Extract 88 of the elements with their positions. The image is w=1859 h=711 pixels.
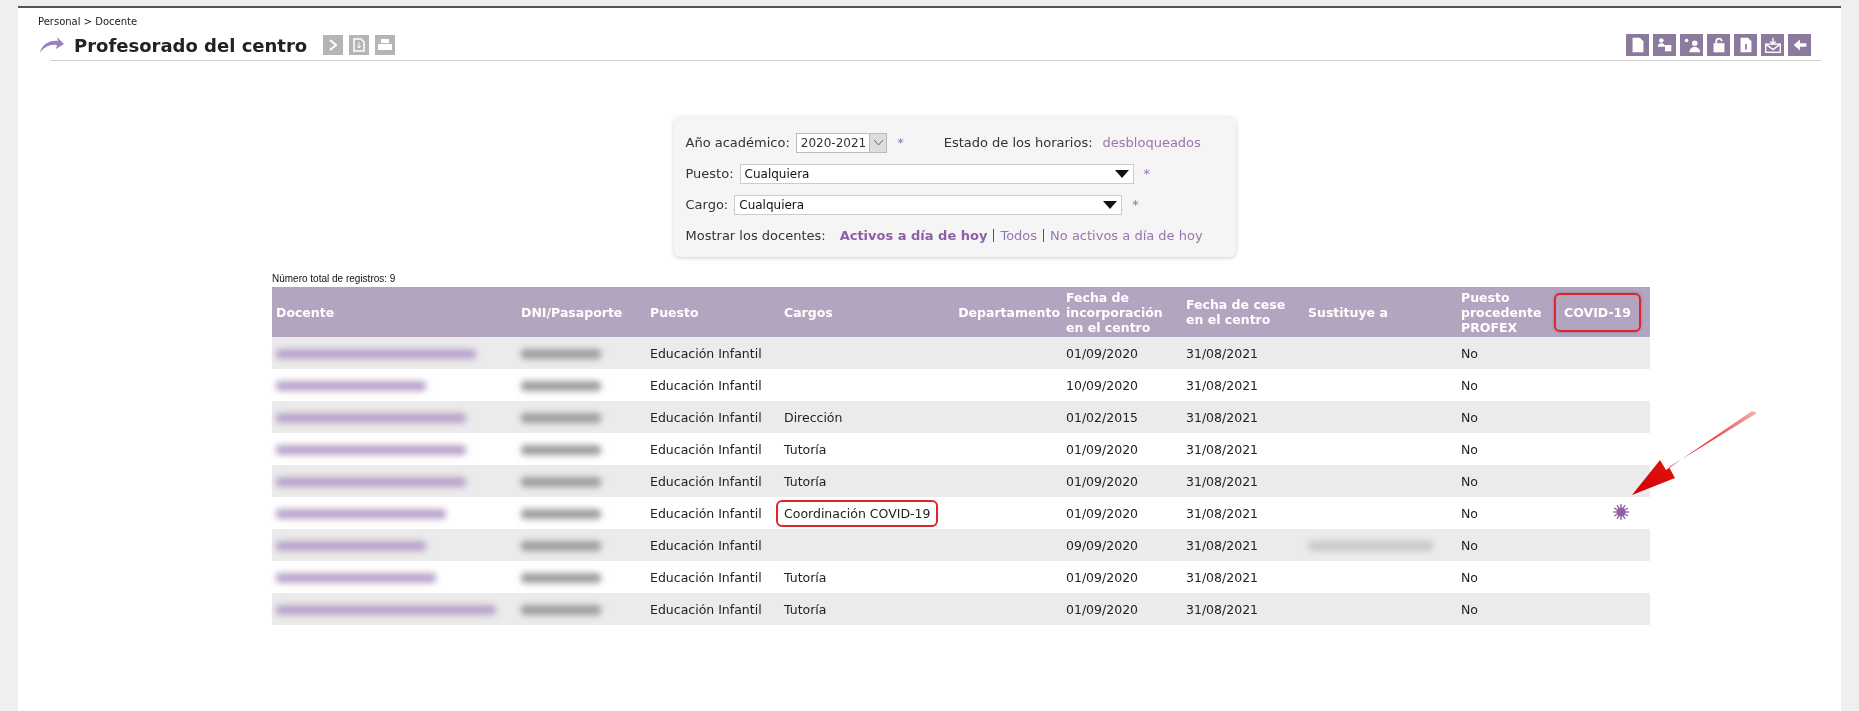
table-cell: Educación Infantil xyxy=(646,401,780,433)
table-cell: 31/08/2021 xyxy=(1182,337,1304,369)
table-cell: 10/09/2020 xyxy=(1062,369,1182,401)
virus-icon xyxy=(1612,502,1630,521)
dropdown-caret-icon xyxy=(1103,200,1118,209)
toolbar-button[interactable] xyxy=(1761,34,1784,56)
toolbar-button[interactable] xyxy=(1707,34,1730,56)
table-cell: Educación Infantil xyxy=(646,561,780,593)
table-cell: No xyxy=(1457,433,1550,465)
table-cell: Tutoría xyxy=(780,465,950,497)
table-cell: 01/02/2015 xyxy=(1062,401,1182,433)
puesto-select[interactable]: Cualquiera xyxy=(739,163,1134,184)
table-cell: Educación Infantil xyxy=(646,433,780,465)
cargo-select[interactable]: Cualquiera xyxy=(734,194,1123,215)
table-cell: Tutoría xyxy=(780,433,950,465)
toolbar-button[interactable] xyxy=(1734,34,1757,56)
table-cell: Educación Infantil xyxy=(646,529,780,561)
column-header: Departamento xyxy=(950,287,1062,337)
table-cell: No xyxy=(1457,561,1550,593)
table-cell: No xyxy=(1457,529,1550,561)
table-cell: 01/09/2020 xyxy=(1062,465,1182,497)
field-label: Cargo: xyxy=(685,197,729,212)
table-cell: Tutoría xyxy=(780,561,950,593)
table-cell: Dirección xyxy=(780,401,950,433)
field-label: Mostrar los docentes: xyxy=(685,228,826,243)
column-header: Cargos xyxy=(780,287,950,337)
required-mark: * xyxy=(1143,166,1151,181)
table-cell: No xyxy=(1457,593,1550,625)
column-header: COVID-19 xyxy=(1554,292,1641,332)
table-cell: No xyxy=(1457,401,1550,433)
field-label: Puesto: xyxy=(685,166,734,181)
table-cell: 31/08/2021 xyxy=(1182,369,1304,401)
table-cell: 01/09/2020 xyxy=(1062,561,1182,593)
column-header: Fecha de cese en el centro xyxy=(1182,287,1304,337)
export-button[interactable] xyxy=(349,35,370,55)
table-cell: Educación Infantil xyxy=(646,369,780,401)
record-count: Número total de registros: 9 xyxy=(272,273,397,284)
table-cell: 31/08/2021 xyxy=(1182,561,1304,593)
year-select[interactable]: 2020-2021 xyxy=(795,132,888,153)
column-header: Puesto xyxy=(646,287,780,337)
table-cell: Educación Infantil xyxy=(646,593,780,625)
table-cell: No xyxy=(1457,337,1550,369)
table-cell: 31/08/2021 xyxy=(1182,593,1304,625)
column-header: Sustituye a xyxy=(1304,287,1457,337)
required-mark: * xyxy=(1132,197,1139,212)
column-header: DNI/Pasaporte xyxy=(517,287,646,337)
table-cell: Coordinación COVID-19 xyxy=(776,499,939,527)
swoosh-arrow-icon xyxy=(38,36,64,54)
filter-link[interactable]: Todos xyxy=(1000,228,1038,243)
required-mark: * xyxy=(897,135,904,150)
table-cell: 01/09/2020 xyxy=(1062,337,1182,369)
table-cell: 01/09/2020 xyxy=(1062,593,1182,625)
column-header: Docente xyxy=(272,287,517,337)
filter-link[interactable]: Activos a día de hoy xyxy=(839,228,988,243)
status-link[interactable]: desbloqueados xyxy=(1102,135,1201,150)
field-label: Año académico: xyxy=(685,135,790,150)
table-cell: 01/09/2020 xyxy=(1062,497,1182,529)
column-header: Puesto procedente PROFEX xyxy=(1457,287,1550,337)
page-title: Profesorado del centro xyxy=(74,34,308,56)
filter-link[interactable]: No activos a día de hoy xyxy=(1050,228,1203,243)
mail-download-icon xyxy=(1762,35,1783,55)
table-cell: No xyxy=(1457,497,1550,529)
toolbar-button[interactable] xyxy=(1788,34,1811,56)
table-cell: 31/08/2021 xyxy=(1182,465,1304,497)
table-cell: 31/08/2021 xyxy=(1182,433,1304,465)
table-cell: No xyxy=(1457,369,1550,401)
table-cell: 01/09/2020 xyxy=(1062,433,1182,465)
next-button[interactable] xyxy=(323,35,344,55)
table-cell: 31/08/2021 xyxy=(1182,497,1304,529)
document-icon xyxy=(353,38,366,52)
toolbar-button[interactable] xyxy=(1653,34,1676,56)
toolbar-button[interactable] xyxy=(1680,34,1703,56)
table-cell: 31/08/2021 xyxy=(1182,401,1304,433)
dropdown-caret-icon xyxy=(1114,169,1129,178)
table-cell: Educación Infantil xyxy=(646,465,780,497)
print-button[interactable] xyxy=(375,35,396,55)
table-cell: No xyxy=(1457,465,1550,497)
table-cell: 09/09/2020 xyxy=(1062,529,1182,561)
table-cell: Educación Infantil xyxy=(646,337,780,369)
chevron-down-icon xyxy=(873,139,883,146)
table-cell: 31/08/2021 xyxy=(1182,529,1304,561)
table-cell: Tutoría xyxy=(780,593,950,625)
toolbar-button[interactable] xyxy=(1626,34,1649,56)
breadcrumb: Personal > Docente xyxy=(38,16,139,29)
field-label: Estado de los horarios: xyxy=(943,135,1093,150)
chevron-icon xyxy=(328,39,339,51)
column-header: Fecha de incorporación en el centro xyxy=(1062,287,1182,337)
printer-icon xyxy=(378,39,393,51)
